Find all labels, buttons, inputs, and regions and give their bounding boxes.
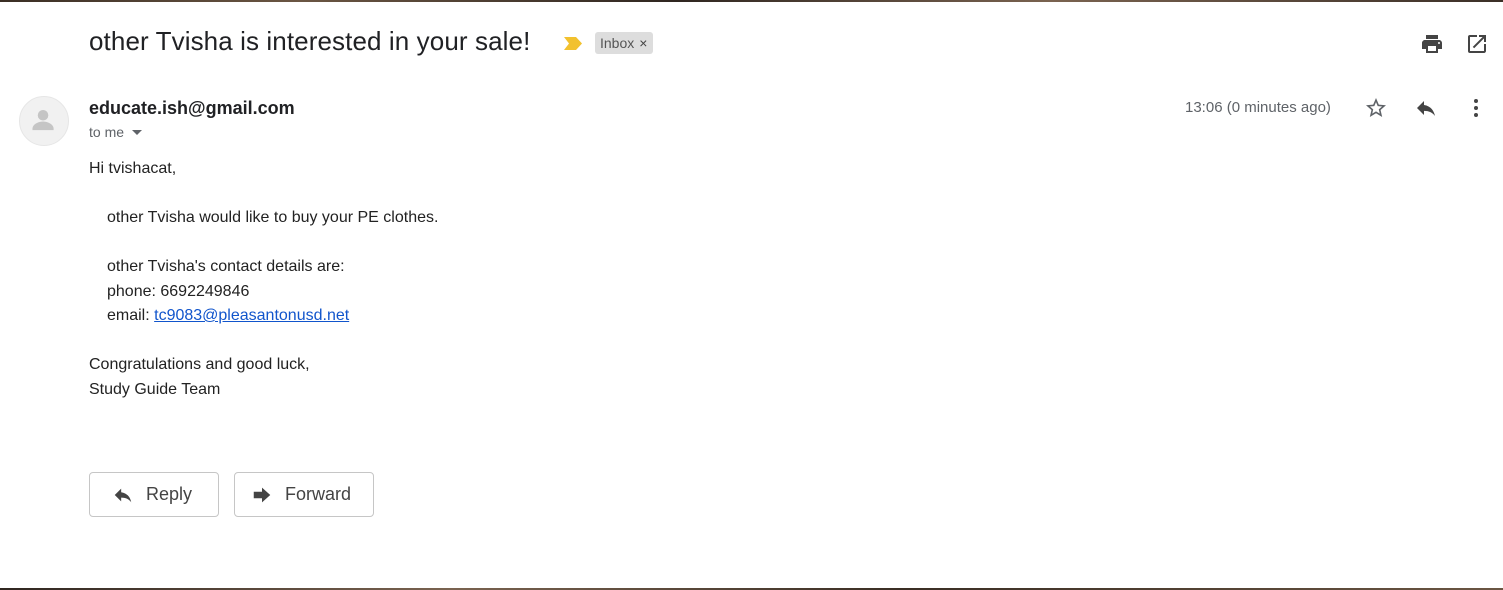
body-email-prefix: email: bbox=[107, 307, 155, 324]
recipient-line: to me bbox=[89, 124, 143, 140]
forward-button[interactable]: Forward bbox=[234, 472, 374, 517]
body-message: other Tvisha would like to buy your PE c… bbox=[107, 209, 439, 226]
star-icon[interactable] bbox=[1364, 96, 1388, 120]
body-greeting: Hi tvishacat, bbox=[89, 160, 177, 177]
more-vertical-icon[interactable] bbox=[1464, 96, 1488, 120]
recipient-text: to me bbox=[89, 124, 125, 140]
open-in-new-window-icon[interactable] bbox=[1465, 32, 1489, 56]
email-timestamp: 13:06 (0 minutes ago) bbox=[1185, 99, 1331, 116]
reply-icon[interactable] bbox=[1414, 96, 1438, 120]
reply-button[interactable]: Reply bbox=[89, 472, 219, 517]
person-icon bbox=[32, 109, 54, 131]
body-email-line: email: tc9083@pleasantonusd.net bbox=[89, 304, 789, 329]
sender-email[interactable]: educate.ish@gmail.com bbox=[89, 98, 295, 119]
recipient-details-caret-icon[interactable] bbox=[132, 129, 143, 135]
reply-button-label: Reply bbox=[146, 484, 193, 504]
print-icon[interactable] bbox=[1420, 32, 1444, 56]
body-signature: Study Guide Team bbox=[89, 380, 221, 398]
body-closing: Congratulations and good luck, bbox=[89, 356, 310, 373]
sender-avatar[interactable] bbox=[19, 96, 69, 146]
inbox-label-chip: Inbox × bbox=[595, 32, 654, 54]
email-body: Hi tvishacat, other Tvisha would like to… bbox=[89, 157, 789, 402]
forward-button-label: Forward bbox=[285, 484, 352, 504]
forward-icon bbox=[253, 487, 271, 502]
remove-label-button[interactable]: × bbox=[639, 32, 647, 54]
body-phone: phone: 6692249846 bbox=[107, 282, 250, 300]
contact-email-link[interactable]: tc9083@pleasantonusd.net bbox=[154, 307, 349, 324]
inbox-label-text: Inbox bbox=[600, 35, 635, 51]
body-contact-intro: other Tvisha's contact details are: bbox=[107, 258, 345, 275]
email-subject: other Tvisha is interested in your sale! bbox=[89, 26, 531, 56]
reply-icon bbox=[114, 488, 132, 502]
importance-marker-icon[interactable] bbox=[562, 36, 584, 51]
window-top-edge bbox=[0, 0, 1503, 2]
